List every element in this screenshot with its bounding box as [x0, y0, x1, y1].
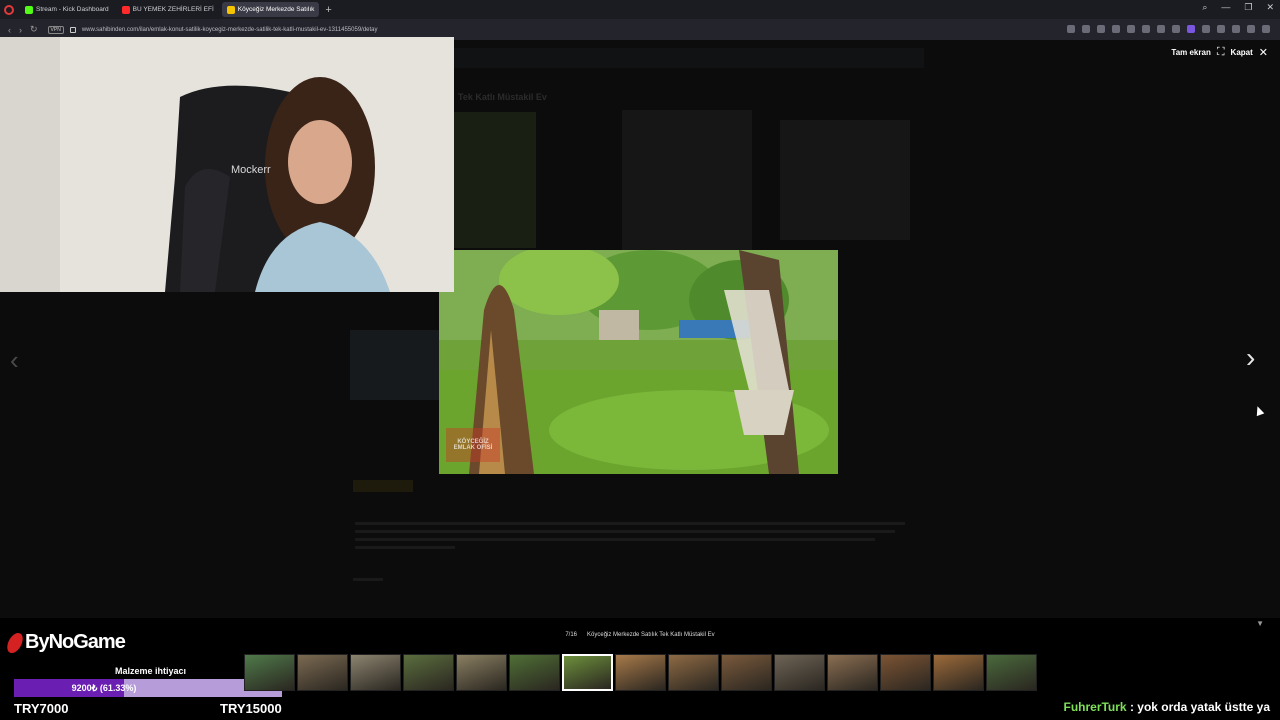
extension-icon[interactable]	[1082, 25, 1090, 33]
close-icon[interactable]: ✕	[1259, 46, 1268, 59]
gallery-thumbnail[interactable]	[933, 654, 984, 691]
donation-goal-title: Malzeme ihtiyacı	[115, 666, 187, 676]
fullscreen-button[interactable]: Tam ekran	[1171, 48, 1210, 57]
dim-text-line	[355, 522, 905, 525]
url-field[interactable]: www.sahibinden.com/ilan/emlak-konut-sati…	[82, 27, 378, 33]
chevron-down-icon[interactable]: ▼	[1256, 619, 1264, 628]
menu-icon[interactable]	[1172, 25, 1180, 33]
photo-caption: Köyceğiz Merkezde Satılık Tek Katlı Müst…	[587, 632, 715, 638]
donation-goal-bar: 9200₺ (61.33%)	[14, 679, 282, 697]
previous-photo-arrow-icon[interactable]: ‹	[10, 345, 19, 376]
dim-text-line	[355, 530, 895, 533]
tab-label: BU YEMEK ZEHİRLERİ EFİ	[132, 6, 214, 13]
extension-icon[interactable]	[1217, 25, 1225, 33]
sahibinden-favicon-icon	[226, 5, 235, 14]
chat-text: : yok orda yatak üstte ya	[1126, 700, 1270, 714]
gallery-caption-bar: 7/16 Köyceğiz Merkezde Satılık Tek Katlı…	[0, 632, 1280, 646]
gallery-thumbnail[interactable]	[350, 654, 401, 691]
play-icon[interactable]	[1127, 25, 1135, 33]
gallery-thumbnail[interactable]	[880, 654, 931, 691]
youtube-favicon-icon	[121, 5, 130, 14]
donation-goal-min: TRY7000	[14, 701, 69, 716]
download-icon[interactable]	[1157, 25, 1165, 33]
fullscreen-icon[interactable]: ⛶	[1217, 46, 1225, 59]
dim-contact-panel	[780, 120, 910, 240]
close-button[interactable]: Kapat	[1231, 48, 1253, 57]
restore-icon[interactable]: ❐	[1244, 2, 1252, 13]
dim-info-panel	[622, 110, 752, 250]
sidebar-icon[interactable]	[1262, 25, 1270, 33]
extension-toolbar	[1067, 25, 1270, 33]
donation-goal-max: TRY15000	[220, 701, 282, 716]
dim-text-line	[353, 578, 383, 581]
gallery-thumbnail[interactable]	[509, 654, 560, 691]
reload-icon[interactable]: ↻	[30, 24, 38, 35]
gallery-thumbnail[interactable]	[774, 654, 825, 691]
forward-icon[interactable]: ›	[19, 25, 22, 35]
shield-icon[interactable]	[1112, 25, 1120, 33]
settings-icon[interactable]	[1247, 25, 1255, 33]
donation-goal-amount: 9200₺ (61.33%)	[71, 682, 137, 693]
dim-text-line	[355, 538, 875, 541]
dim-thumbnail-grid	[350, 330, 440, 400]
browser-tab-bar: Stream - Kick Dashboard BU YEMEK ZEHİRLE…	[0, 0, 1280, 19]
lightbox-controls: Tam ekran ⛶ Kapat ✕	[1171, 46, 1268, 59]
tab-label: Köyceğiz Merkezde Satılık	[237, 6, 315, 13]
lightbox-main-photo[interactable]: KÖYCEĞİZ EMLAK OFİSİ	[439, 250, 838, 474]
chair-brand-label: Mockerr	[231, 164, 271, 176]
wallet-icon[interactable]	[1232, 25, 1240, 33]
gallery-thumbnail[interactable]	[668, 654, 719, 691]
photo-counter: 7/16	[565, 632, 578, 638]
search-icon[interactable]: ⌕	[1202, 2, 1207, 13]
extension-icon[interactable]	[1202, 25, 1210, 33]
mouse-cursor-icon	[1253, 404, 1265, 417]
heart-icon[interactable]	[1142, 25, 1150, 33]
tab-kick-dashboard[interactable]: Stream - Kick Dashboard	[20, 2, 114, 17]
kick-favicon-icon	[25, 5, 33, 14]
gallery-thumbnail[interactable]	[244, 654, 295, 691]
dim-listing-photo	[454, 112, 536, 248]
tab-label: Stream - Kick Dashboard	[36, 6, 109, 13]
webcam-overlay: Mockerr	[0, 37, 454, 292]
gallery-thumbnail[interactable]	[986, 654, 1037, 691]
chat-message: FuhrerTurk : yok orda yatak üstte ya	[1063, 700, 1270, 714]
back-icon[interactable]: ‹	[8, 25, 11, 35]
lock-icon	[69, 26, 76, 33]
tab-youtube[interactable]: BU YEMEK ZEHİRLERİ EFİ	[117, 2, 219, 17]
camera-icon[interactable]	[1097, 25, 1105, 33]
photo-watermark: KÖYCEĞİZ EMLAK OFİSİ	[446, 428, 500, 462]
close-window-icon[interactable]: ✕	[1266, 2, 1274, 13]
minimize-icon[interactable]: —	[1221, 2, 1230, 13]
gallery-thumbnail[interactable]	[403, 654, 454, 691]
window-controls: ⌕ — ❐ ✕	[1202, 2, 1274, 13]
listing-title: Tek Katlı Müstakil Ev	[458, 92, 547, 102]
vpn-badge[interactable]: VPN	[47, 25, 64, 34]
chat-username: FuhrerTurk	[1063, 700, 1127, 714]
gallery-thumbnail[interactable]	[562, 654, 613, 691]
dim-text-line	[355, 546, 455, 549]
gallery-thumbnail[interactable]	[456, 654, 507, 691]
new-tab-button[interactable]: +	[325, 4, 331, 16]
gallery-thumbnail-strip	[244, 654, 1037, 691]
next-photo-arrow-icon[interactable]: ›	[1246, 342, 1255, 374]
gallery-thumbnail[interactable]	[615, 654, 666, 691]
dim-site-header	[454, 48, 924, 68]
tab-sahibinden[interactable]: Köyceğiz Merkezde Satılık	[221, 2, 320, 17]
opera-logo-icon[interactable]	[4, 4, 14, 15]
gallery-thumbnail[interactable]	[827, 654, 878, 691]
profile-icon[interactable]	[1187, 25, 1195, 33]
gallery-thumbnail[interactable]	[721, 654, 772, 691]
dim-tab-strip	[353, 480, 413, 492]
gallery-thumbnail[interactable]	[297, 654, 348, 691]
extension-icon[interactable]	[1067, 25, 1075, 33]
